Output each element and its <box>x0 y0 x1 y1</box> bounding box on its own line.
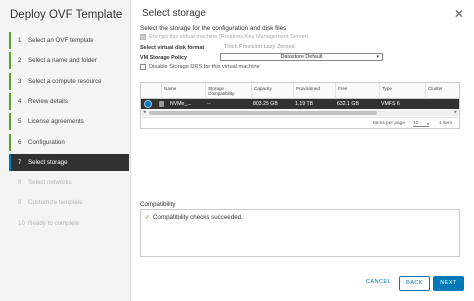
disable-drs-label: Disable Storage DRS for this virtual mac… <box>149 64 260 70</box>
disable-drs-checkbox-row[interactable]: Disable Storage DRS for this virtual mac… <box>140 64 260 70</box>
storage-policy-select[interactable]: Datastore Default ▾ <box>220 53 383 61</box>
storage-policy-label: VM Storage Policy <box>140 55 188 61</box>
items-per-page-select[interactable]: 10 ▾ <box>413 120 429 127</box>
chevron-down-icon: ▾ <box>426 121 429 126</box>
cell-compatibility: -- <box>207 101 211 107</box>
disk-format-value[interactable]: Thick Provision Lazy Zeroed <box>224 44 295 50</box>
wizard-step-9: 9 Customize template <box>9 194 129 211</box>
column-header-free[interactable]: Free <box>335 83 379 99</box>
wizard-step-6[interactable]: 6 Configuration <box>9 133 129 151</box>
scroll-left-icon[interactable]: ◂ <box>143 109 146 115</box>
page-subtitle: Select the storage for the configuration… <box>140 25 287 32</box>
wizard-step-label: Select a name and folder <box>28 57 97 65</box>
compatibility-label: Compatibility <box>140 201 176 208</box>
cell-provisioned: 1.19 TB <box>295 101 314 107</box>
cell-type: VMFS 6 <box>381 101 400 107</box>
encrypt-checkbox[interactable] <box>140 34 146 40</box>
column-header-name[interactable]: Name <box>161 83 205 99</box>
wizard-title: Deploy OVF Template <box>10 9 123 21</box>
wizard-step-8: 8 Select networks <box>9 174 129 191</box>
compatibility-panel: ✓ Compatibility checks succeeded. <box>140 209 460 257</box>
horizontal-scrollbar[interactable]: ◂ ▸ <box>141 109 459 116</box>
column-header-provisioned[interactable]: Provisioned <box>293 83 335 99</box>
item-count: 1 item <box>439 121 453 126</box>
wizard-step-number: 5 <box>18 118 22 126</box>
compatibility-message: ✓ Compatibility checks succeeded. <box>145 214 243 221</box>
cell-capacity: 803.25 GB <box>253 101 278 107</box>
chevron-down-icon: ▾ <box>376 54 379 60</box>
wizard-steps-panel: Deploy OVF Template 1 Select an OVF templ… <box>0 0 131 301</box>
wizard-step-label: Select storage <box>28 158 68 166</box>
encrypt-checkbox-row[interactable]: Encrypt this virtual machine (Requires K… <box>140 34 309 40</box>
wizard-step-label: Review details <box>28 97 68 105</box>
wizard-step-number: 6 <box>18 138 22 146</box>
wizard-step-number: 7 <box>18 158 22 166</box>
grid-header: Name Storage Compatibility Capacity Prov… <box>141 83 459 99</box>
table-row[interactable]: NVMe_... -- 803.25 GB 1.19 TB 632.1 GB V… <box>141 99 459 109</box>
wizard-step-5[interactable]: 5 License agreements <box>9 113 129 131</box>
wizard-step-label: Customize template <box>28 199 83 207</box>
wizard-step-label: Configuration <box>28 138 65 146</box>
wizard-step-label: Ready to complete <box>28 219 80 227</box>
encrypt-label: Encrypt this virtual machine (Requires K… <box>149 34 309 40</box>
column-header-type[interactable]: Type <box>379 83 425 99</box>
page-title: Select storage <box>142 8 206 19</box>
datastore-icon <box>159 101 164 107</box>
back-button[interactable]: BACK <box>399 276 430 291</box>
wizard-step-4[interactable]: 4 Review details <box>9 92 129 110</box>
compatibility-message-text: Compatibility checks succeeded. <box>153 214 243 221</box>
wizard-step-label: Select a compute resource <box>28 77 102 85</box>
cell-free: 632.1 GB <box>337 101 359 107</box>
wizard-step-label: Select an OVF template <box>28 37 94 44</box>
wizard-step-number: 3 <box>18 77 22 85</box>
datastore-grid: Name Storage Compatibility Capacity Prov… <box>140 82 460 129</box>
wizard-step-10: 10 Ready to complete <box>9 215 129 232</box>
next-button[interactable]: NEXT <box>433 276 464 291</box>
storage-policy-value: Datastore Default <box>280 54 323 60</box>
wizard-step-number: 1 <box>18 37 22 44</box>
check-icon: ✓ <box>145 215 151 221</box>
disk-format-label: Select virtual disk format <box>140 45 205 51</box>
close-icon[interactable]: ✕ <box>454 7 464 21</box>
wizard-step-3[interactable]: 3 Select a compute resource <box>9 72 129 90</box>
scrollbar-thumb[interactable] <box>149 111 377 115</box>
wizard-step-number: 4 <box>18 97 22 105</box>
wizard-step-number: 2 <box>18 57 22 65</box>
row-select-radio[interactable] <box>144 100 152 108</box>
deploy-ovf-wizard: Deploy OVF Template 1 Select an OVF templ… <box>0 0 474 301</box>
column-header-capacity[interactable]: Capacity <box>251 83 293 99</box>
wizard-step-1[interactable]: 1 Select an OVF template <box>9 32 129 49</box>
scroll-right-icon[interactable]: ▸ <box>454 109 457 115</box>
cell-name: NVMe_... <box>170 101 192 107</box>
disable-drs-checkbox[interactable] <box>140 64 146 70</box>
cell-cluster <box>425 99 459 109</box>
wizard-step-label: Select networks <box>28 179 72 187</box>
items-per-page-value: 10 <box>413 121 419 126</box>
wizard-step-number: 10 <box>18 219 25 227</box>
grid-footer: Items per page 10 ▾ 1 item <box>141 117 459 128</box>
items-per-page-label: Items per page <box>373 121 405 126</box>
wizard-step-number: 9 <box>18 199 22 207</box>
cancel-button[interactable]: CANCEL <box>362 276 395 291</box>
wizard-step-number: 8 <box>18 179 22 187</box>
main-panel: Select storage ✕ Select the storage for … <box>132 0 474 301</box>
wizard-step-label: License agreements <box>28 118 84 126</box>
wizard-step-7[interactable]: 7 Select storage <box>9 153 129 171</box>
wizard-step-2[interactable]: 2 Select a name and folder <box>9 52 129 70</box>
column-header-cluster[interactable]: Cluster <box>425 83 459 99</box>
column-header-storage-compatibility[interactable]: Storage Compatibility <box>205 83 251 99</box>
